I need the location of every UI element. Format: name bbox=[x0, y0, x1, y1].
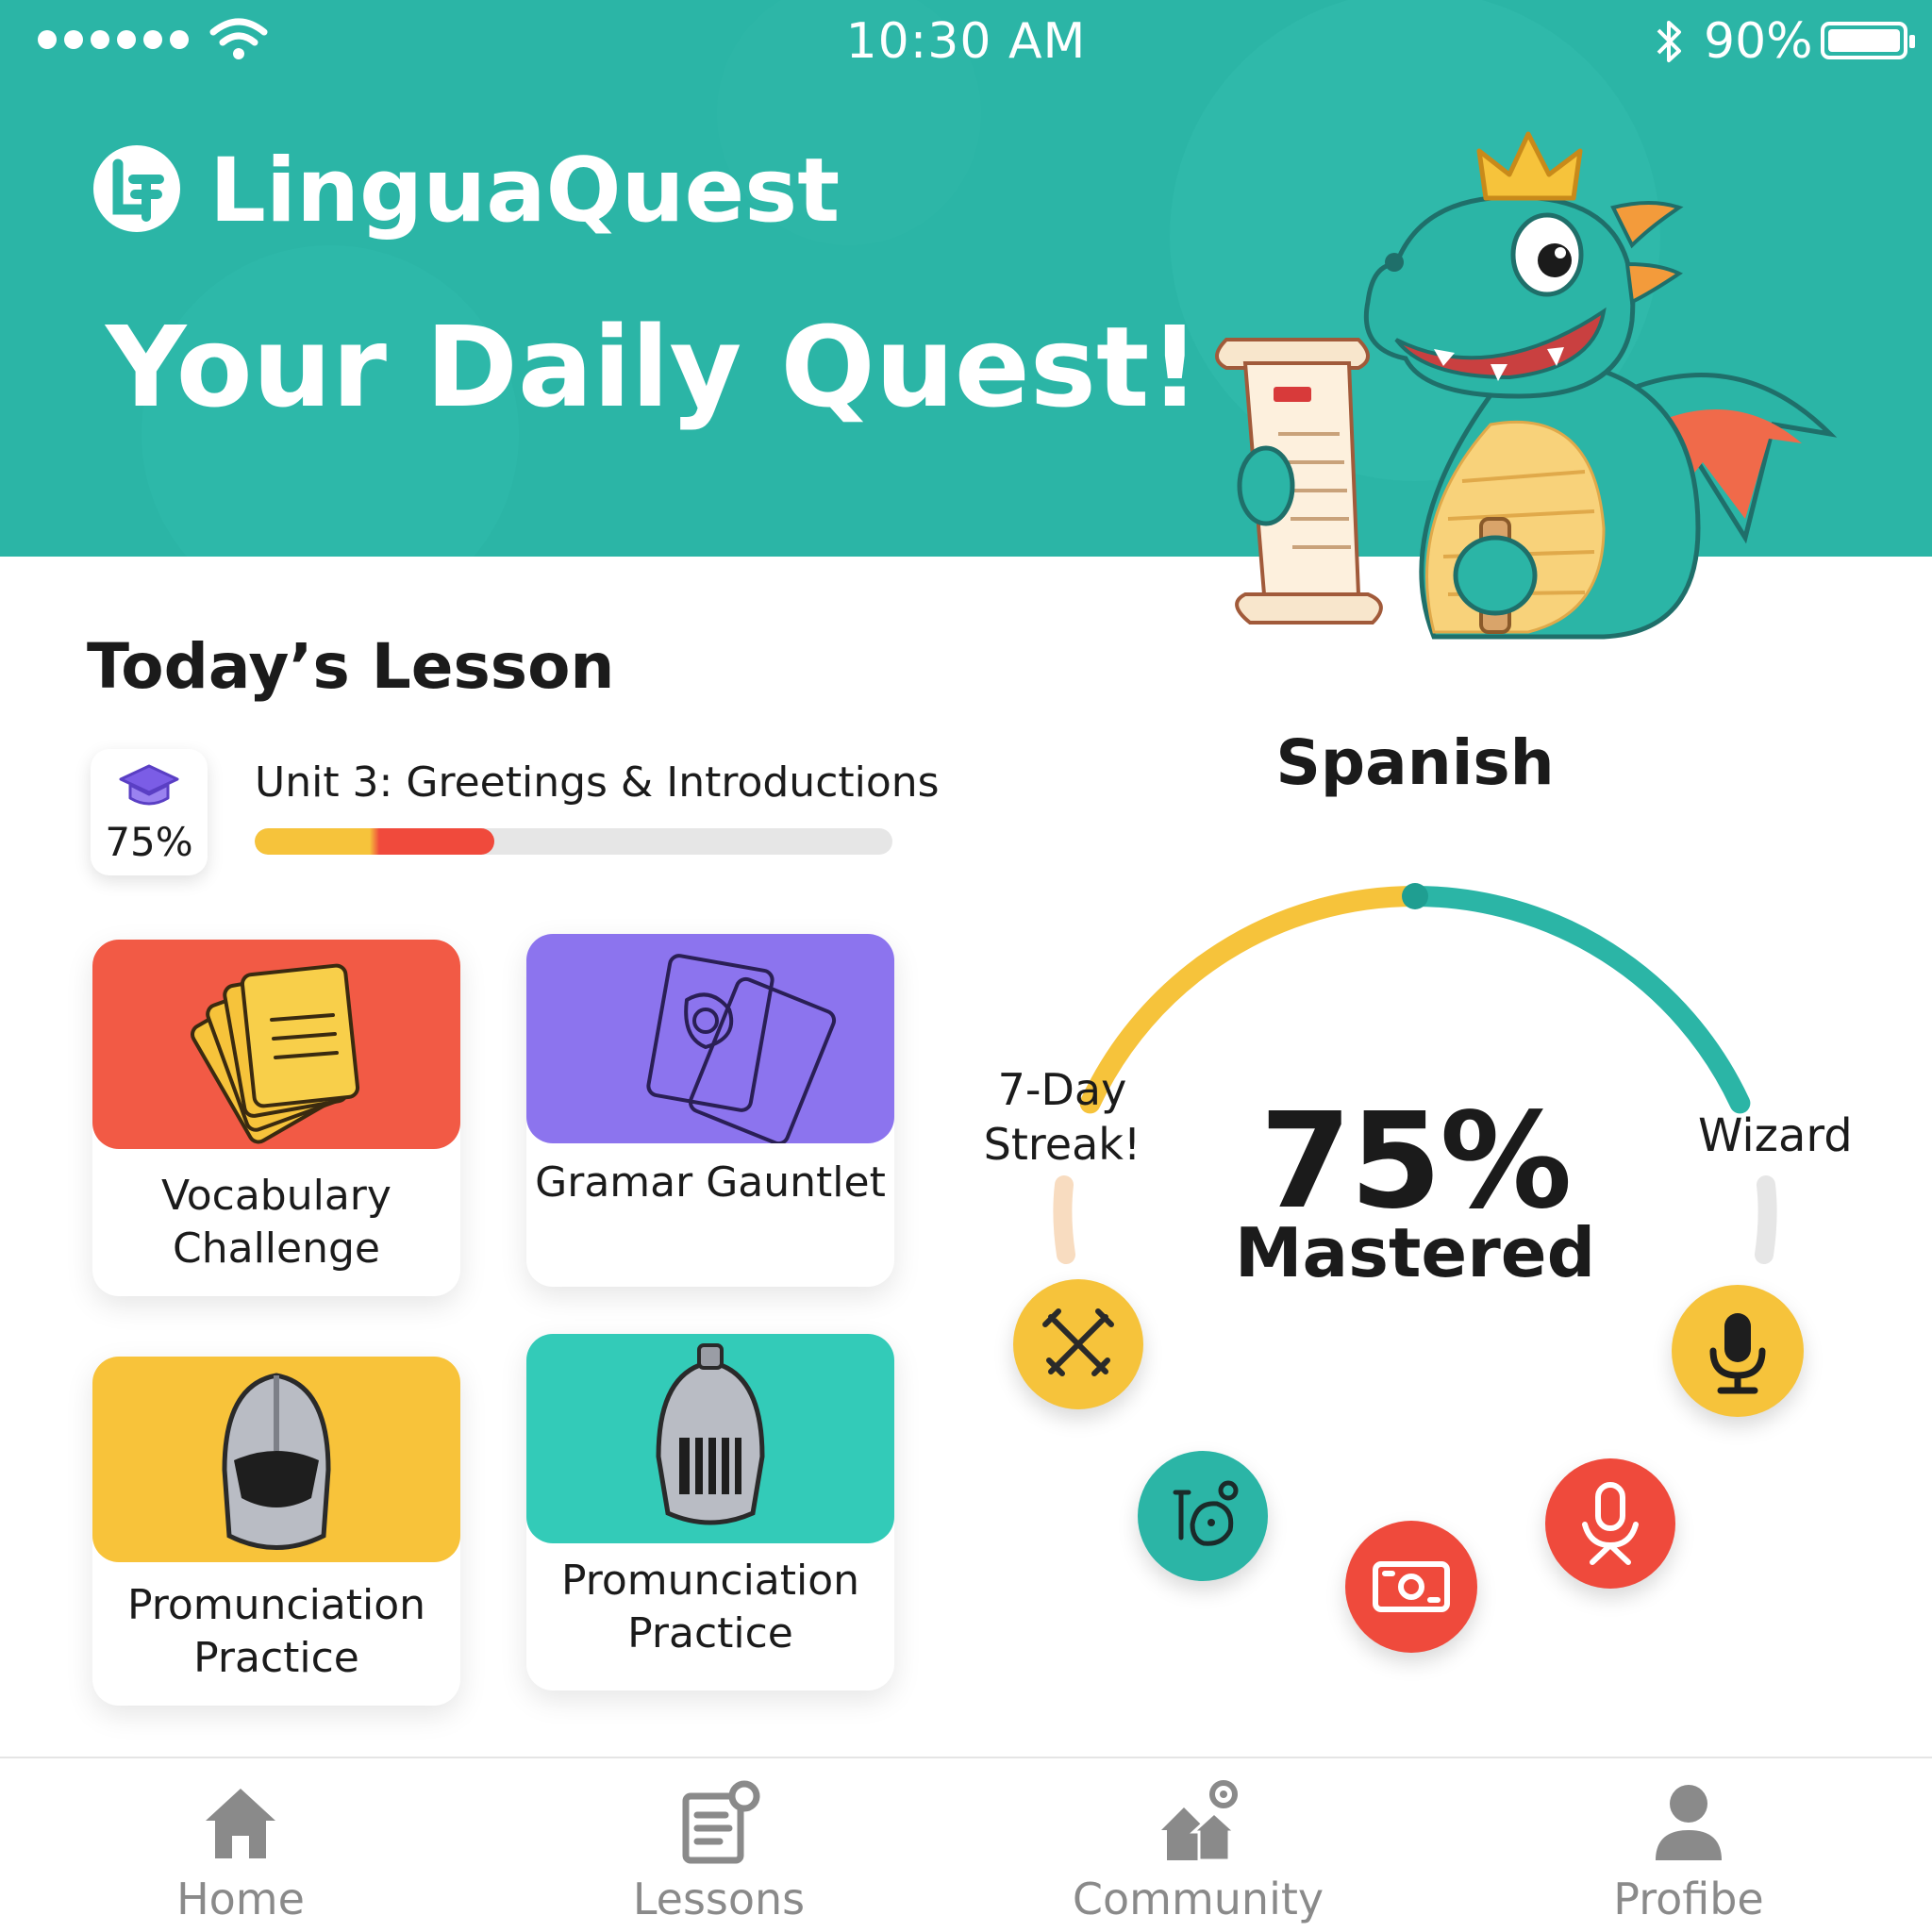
unit-progress-bar bbox=[255, 828, 892, 855]
tab-label: Profibe bbox=[1613, 1874, 1764, 1924]
unit-title[interactable]: Unit 3: Greetings & Introductions bbox=[255, 758, 940, 807]
language-name: Spanish bbox=[1275, 726, 1555, 799]
lessons-icon bbox=[682, 1780, 760, 1864]
bottom-tab-bar: Home Lessons Community Profibe bbox=[0, 1757, 1932, 1932]
unit-progress-fill bbox=[255, 828, 494, 855]
bluetooth-icon bbox=[1657, 21, 1681, 62]
cards-icon bbox=[646, 954, 837, 1143]
graduation-cap-icon bbox=[119, 764, 179, 806]
activity-card-pronunciation-1[interactable]: Promunciation Practice bbox=[92, 1357, 460, 1706]
tab-community[interactable]: Community bbox=[1057, 1758, 1340, 1932]
wizard-button[interactable] bbox=[1672, 1285, 1804, 1417]
crossed-swords-icon bbox=[1042, 1308, 1114, 1376]
card-header bbox=[92, 940, 460, 1149]
tab-label: Community bbox=[1072, 1874, 1324, 1924]
microphone-icon bbox=[1709, 1313, 1766, 1394]
story-button[interactable] bbox=[1138, 1451, 1268, 1581]
tab-label: Lessons bbox=[632, 1874, 806, 1924]
section-title: Today’s Lesson bbox=[87, 630, 615, 703]
tab-profile[interactable]: Profibe bbox=[1547, 1758, 1830, 1932]
card-header bbox=[526, 934, 894, 1143]
profile-icon bbox=[1656, 1785, 1722, 1860]
gauge-knob bbox=[1402, 883, 1428, 909]
money-icon bbox=[1373, 1561, 1450, 1612]
gauge-arc-teal bbox=[1405, 886, 1751, 1114]
dragon-head-icon bbox=[1173, 1480, 1239, 1546]
status-time: 10:30 AM bbox=[845, 13, 1087, 70]
flashcards-icon bbox=[191, 963, 360, 1144]
tab-home[interactable]: Home bbox=[99, 1758, 382, 1932]
status-bar: 10:30 AM 90% bbox=[0, 0, 1932, 85]
activity-label: Promunciation Practice bbox=[560, 1557, 860, 1657]
card-header bbox=[92, 1357, 460, 1562]
microphone-outline-icon bbox=[1582, 1482, 1639, 1565]
battery-icon bbox=[1821, 22, 1915, 59]
home-icon bbox=[206, 1789, 275, 1858]
unit-percent: 75% bbox=[105, 819, 193, 865]
activity-label: Gramar Gauntlet bbox=[535, 1158, 886, 1207]
activity-label: Vocabulary Challenge bbox=[161, 1172, 391, 1273]
activity-card-pronunciation-2[interactable]: Promunciation Practice bbox=[526, 1334, 894, 1690]
card-header bbox=[526, 1334, 894, 1543]
brand-name: LinguaQuest bbox=[209, 140, 841, 242]
knight-helmet-icon bbox=[222, 1373, 331, 1550]
voice-button[interactable] bbox=[1545, 1458, 1675, 1589]
linguaquest-logo-icon bbox=[93, 145, 180, 232]
community-icon bbox=[1161, 1780, 1239, 1862]
page-headline: Your Daily Quest! bbox=[106, 302, 1201, 432]
tab-label: Home bbox=[176, 1874, 305, 1924]
activity-label: Promunciation Practice bbox=[126, 1581, 426, 1682]
unit-progress-badge: 75% bbox=[91, 749, 208, 875]
dragon-mascot-icon bbox=[1215, 131, 1838, 640]
rewards-button[interactable] bbox=[1345, 1521, 1477, 1653]
activity-card-vocabulary[interactable]: Vocabulary Challenge bbox=[92, 940, 460, 1296]
activity-card-grammar[interactable]: Gramar Gauntlet bbox=[526, 934, 894, 1287]
battery-percent: 90% bbox=[1704, 13, 1813, 70]
tab-lessons[interactable]: Lessons bbox=[577, 1758, 860, 1932]
knight-helmet-icon bbox=[656, 1343, 765, 1525]
streak-button[interactable] bbox=[1013, 1279, 1143, 1409]
